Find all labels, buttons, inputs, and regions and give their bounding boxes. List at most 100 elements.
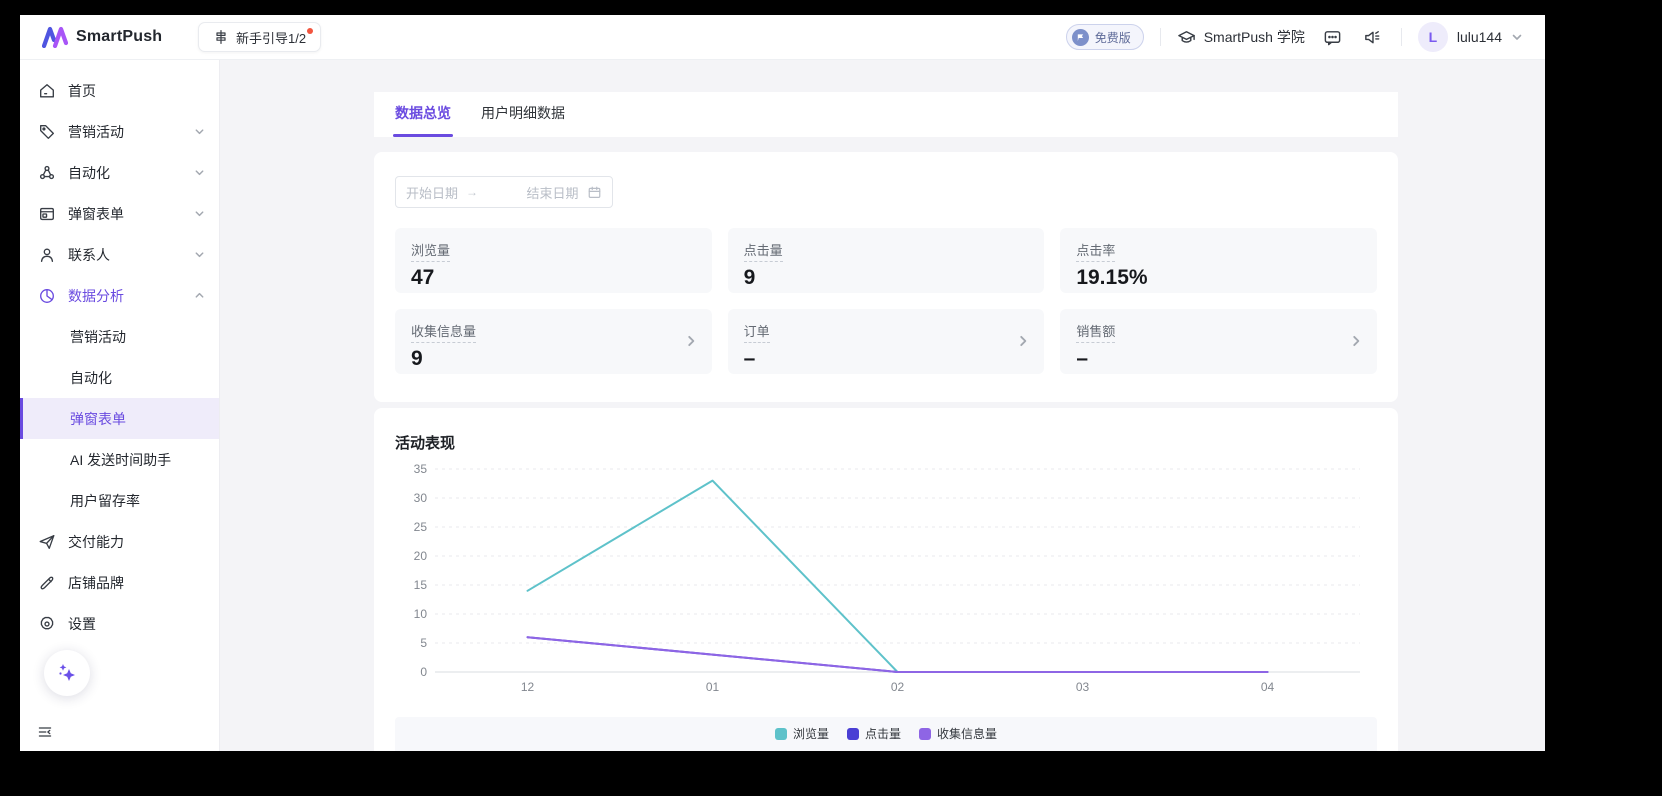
sidebar-subitem-popup-form-analytics[interactable]: 弹窗表单 [20, 398, 219, 439]
stat-card-views: 浏览量 47 [395, 228, 712, 293]
sidebar-item-campaigns[interactable]: 营销活动 [20, 111, 219, 152]
chevron-right-icon[interactable] [1349, 334, 1363, 348]
legend-label: 点击量 [865, 725, 901, 742]
guide-button-label: 新手引导1/2 [236, 28, 306, 47]
signpost-icon [213, 29, 229, 45]
collapse-menu-icon [37, 724, 53, 740]
automation-icon [38, 164, 56, 182]
legend-label: 浏览量 [793, 725, 829, 742]
collapse-sidebar-button[interactable] [34, 721, 56, 743]
legend-item[interactable]: 点击量 [847, 725, 901, 742]
legend-swatch-icon [919, 728, 931, 740]
academy-label: SmartPush 学院 [1204, 27, 1305, 47]
chevron-down-icon [194, 249, 205, 260]
stat-label: 浏览量 [411, 240, 450, 262]
chart-panel: 活动表现 051015202530351201020304 浏览量点击量收集信息… [374, 408, 1398, 751]
svg-text:5: 5 [420, 636, 427, 650]
tag-icon [38, 123, 56, 141]
svg-text:01: 01 [706, 680, 720, 694]
header-right: 免费版 SmartPush 学院 [1066, 22, 1545, 52]
stats-row-2: 收集信息量 9 订单 – 销售额 – [395, 309, 1377, 374]
tab-data-overview[interactable]: 数据总览 [395, 103, 451, 137]
stat-card-sales[interactable]: 销售额 – [1060, 309, 1377, 374]
svg-text:30: 30 [414, 491, 428, 505]
chevron-down-icon [194, 208, 205, 219]
sidebar-item-label: 自动化 [68, 163, 182, 183]
pie-chart-icon [38, 287, 56, 305]
stat-card-orders[interactable]: 订单 – [728, 309, 1045, 374]
user-menu[interactable]: L lulu144 [1418, 22, 1523, 52]
sidebar-item-store-branding[interactable]: 店铺品牌 [20, 562, 219, 603]
chevron-right-icon[interactable] [684, 334, 698, 348]
sidebar-subitem-ai-send-time[interactable]: AI 发送时间助手 [20, 439, 219, 480]
brand-logo[interactable]: SmartPush [20, 26, 198, 48]
stat-value: 9 [744, 266, 1029, 290]
sparkles-icon [54, 660, 80, 686]
announcements-button[interactable] [1361, 25, 1385, 49]
svg-text:03: 03 [1076, 680, 1090, 694]
legend-item[interactable]: 浏览量 [775, 725, 829, 742]
svg-text:04: 04 [1261, 680, 1275, 694]
sidebar-item-label: 营销活动 [68, 122, 182, 142]
user-name: lulu144 [1457, 29, 1502, 45]
sidebar-nav: 首页 营销活动 自动化 弹窗表 [20, 60, 219, 644]
notification-dot [307, 28, 313, 34]
end-date-input[interactable]: 结束日期 [527, 183, 580, 202]
start-date-input[interactable]: 开始日期 [406, 183, 458, 202]
stat-label: 收集信息量 [411, 321, 476, 343]
feedback-button[interactable] [1321, 25, 1345, 49]
sidebar-item-automation[interactable]: 自动化 [20, 152, 219, 193]
sidebar-item-label: 交付能力 [68, 532, 205, 552]
app-window: SmartPush 新手引导1/2 免费版 SmartPush 学院 [20, 15, 1545, 751]
megaphone-icon [1363, 28, 1382, 47]
brush-icon [38, 574, 56, 592]
sidebar-subitem-campaign-analytics[interactable]: 营销活动 [20, 316, 219, 357]
sidebar-item-home[interactable]: 首页 [20, 70, 219, 111]
graduation-cap-icon [1177, 28, 1196, 47]
stat-label: 销售额 [1076, 321, 1115, 343]
chevron-right-icon[interactable] [1016, 334, 1030, 348]
stat-value: – [744, 347, 1029, 371]
divider [1160, 28, 1161, 46]
stat-label: 订单 [744, 321, 770, 343]
academy-link[interactable]: SmartPush 学院 [1177, 27, 1305, 47]
sidebar-item-popup-forms[interactable]: 弹窗表单 [20, 193, 219, 234]
stat-value: 19.15% [1076, 266, 1361, 290]
sidebar-item-contacts[interactable]: 联系人 [20, 234, 219, 275]
plan-badge-label: 免费版 [1095, 29, 1131, 46]
svg-text:12: 12 [521, 680, 535, 694]
legend-swatch-icon [775, 728, 787, 740]
top-header: SmartPush 新手引导1/2 免费版 SmartPush 学院 [20, 15, 1545, 60]
sidebar-item-deliverability[interactable]: 交付能力 [20, 521, 219, 562]
tab-user-detail-data[interactable]: 用户明细数据 [481, 103, 565, 137]
calendar-icon [587, 185, 602, 200]
sidebar-subitem-label: 营销活动 [70, 327, 126, 347]
plan-badge[interactable]: 免费版 [1066, 24, 1144, 50]
svg-text:0: 0 [420, 665, 427, 679]
divider [1401, 28, 1402, 46]
stat-card-collected-info[interactable]: 收集信息量 9 [395, 309, 712, 374]
legend-item[interactable]: 收集信息量 [919, 725, 997, 742]
sidebar-item-analytics[interactable]: 数据分析 [20, 275, 219, 316]
date-range-arrow-icon: → [466, 185, 519, 199]
sidebar-item-label: 联系人 [68, 245, 182, 265]
contacts-icon [38, 246, 56, 264]
stat-value: 9 [411, 347, 696, 371]
legend-swatch-icon [847, 728, 859, 740]
campaign-performance-line-chart[interactable]: 051015202530351201020304 [374, 408, 1398, 708]
svg-text:25: 25 [414, 520, 428, 534]
sidebar-item-label: 设置 [68, 614, 205, 634]
sidebar-item-label: 数据分析 [68, 286, 182, 306]
sidebar-subitem-user-retention[interactable]: 用户留存率 [20, 480, 219, 521]
stat-card-clicks: 点击量 9 [728, 228, 1045, 293]
sidebar-item-label: 弹窗表单 [68, 204, 182, 224]
brand-name: SmartPush [76, 28, 162, 46]
tab-bar: 数据总览 用户明细数据 [374, 92, 1398, 137]
stat-label: 点击率 [1076, 240, 1115, 262]
svg-text:10: 10 [414, 607, 428, 621]
onboarding-guide-button[interactable]: 新手引导1/2 [198, 22, 321, 52]
sidebar-subitem-automation-analytics[interactable]: 自动化 [20, 357, 219, 398]
ai-assistant-button[interactable] [44, 650, 90, 696]
date-range-picker[interactable]: 开始日期 → 结束日期 [395, 176, 613, 208]
sidebar-item-settings[interactable]: 设置 [20, 603, 219, 644]
